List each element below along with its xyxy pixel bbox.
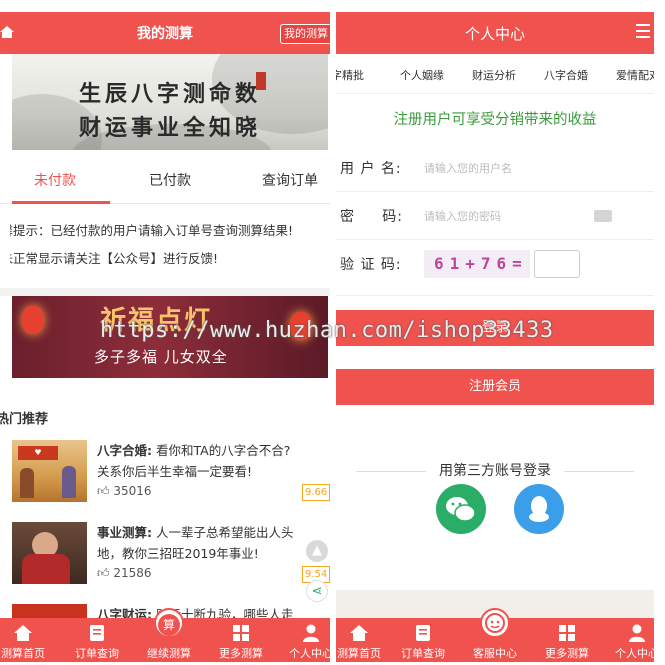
red-seal <box>256 72 266 90</box>
order-icon <box>416 625 430 641</box>
username-label: 用 户 名: <box>340 161 402 177</box>
nav-more-calc[interactable]: 更多测算 <box>534 618 600 662</box>
banner-line-1: 生辰八字测命数 <box>78 81 261 107</box>
order-tabs: 未付款 已付款 查询订单 <box>0 158 330 204</box>
tab-paid[interactable]: 已付款 <box>115 158 225 204</box>
nav-label: 继续测算 <box>147 647 191 660</box>
likes-count: 35016 <box>113 484 152 498</box>
nav-label: 更多测算 <box>219 647 263 660</box>
wechat-login-icon[interactable] <box>436 484 486 534</box>
share-icon[interactable]: ⋖ <box>306 580 328 602</box>
category-bar: 八字精批 个人姻缘 财运分析 八字合婚 爱情配对 <box>336 54 654 94</box>
bottom-nav: 测算首页 订单查询 算 继续测算 更多测算 个人中心 <box>0 608 330 662</box>
promo-text: 注册用户可享受分销带来的收益 <box>393 112 597 128</box>
item-text: 事业测算: 人一辈子总希望能出人头 地，教你三招旺2019年事业! <box>97 522 330 564</box>
category-item[interactable]: 八字合婚 <box>544 67 588 83</box>
section-divider <box>0 288 330 296</box>
nav-support-center[interactable]: 客服中心 <box>462 608 528 662</box>
item-name: 八字合婚: <box>97 443 152 458</box>
hot-recommend-title: 热门推荐 <box>0 412 49 427</box>
captcha-input[interactable] <box>534 250 580 278</box>
likes-count: 21586 <box>113 566 152 580</box>
notice-line-2: 如未正常显示请关注【公众号】进行反馈! <box>10 251 219 266</box>
my-calculations-tag[interactable]: 我的测算 <box>280 24 330 44</box>
item-desc-2: 地，教你三招旺2019年事业! <box>97 546 259 561</box>
category-item[interactable]: 爱情配对 <box>616 67 654 83</box>
password-label: 密 码: <box>340 209 403 225</box>
home-icon <box>14 625 32 641</box>
qq-login-icon[interactable] <box>514 484 564 534</box>
category-item[interactable]: 财运分析 <box>472 67 516 83</box>
item-text: 八字合婚: 看你和TA的八字合不合? 关系你后半生幸福一定要看! <box>97 440 330 482</box>
nav-label: 测算首页 <box>337 647 381 660</box>
banner2-subtitle: 多子多福 儿女双全 <box>94 348 228 366</box>
page-title: 个人中心 <box>464 25 525 43</box>
captcha-image[interactable]: 61+76= <box>424 250 530 278</box>
notice-text: 温馨提示：已经付款的用户请输入订单号查询测算结果! 如未正常显示请关注【公众号】… <box>10 217 326 273</box>
nav-home[interactable]: 测算首页 <box>336 618 392 662</box>
nav-label: 个人中心 <box>289 647 330 660</box>
username-field[interactable] <box>424 157 604 179</box>
grid-icon <box>233 625 249 641</box>
nav-order-query[interactable]: 订单查询 <box>390 618 456 662</box>
category-item[interactable]: 八字精批 <box>336 67 364 83</box>
user-icon <box>629 624 645 642</box>
category-item[interactable]: 个人姻缘 <box>400 67 444 83</box>
header-bar: 我的测算 我的测算 <box>0 12 330 54</box>
support-icon <box>480 608 510 638</box>
tab-unpaid[interactable]: 未付款 <box>0 158 110 204</box>
menu-icon[interactable] <box>636 20 652 42</box>
nav-user-center[interactable]: 个人中心 <box>604 618 654 662</box>
nav-continue-calc[interactable]: 算 继续测算 <box>136 608 202 662</box>
home-icon <box>350 625 368 641</box>
nav-home[interactable]: 测算首页 <box>0 618 56 662</box>
keyboard-icon[interactable] <box>594 210 612 222</box>
captcha-label: 验 证 码: <box>340 257 402 273</box>
nav-label: 更多测算 <box>545 647 589 660</box>
list-item[interactable]: ♥ 八字合婚: 看你和TA的八字合不合? 关系你后半生幸福一定要看! 👍︎ 35… <box>12 440 330 510</box>
third-party-login-title: 用第三方账号登录 <box>439 463 551 479</box>
calculate-icon: 算 <box>154 608 184 638</box>
register-button[interactable]: 注册会员 <box>336 369 654 405</box>
horoscope-banner[interactable]: 生辰八字测命数 财运事业全知晓 <box>12 54 328 150</box>
grid-icon <box>559 625 575 641</box>
item-desc-2: 关系你后半生幸福一定要看! <box>97 464 253 479</box>
divider-line <box>564 471 634 472</box>
nav-more-calc[interactable]: 更多测算 <box>208 618 274 662</box>
item-name: 事业测算: <box>97 525 152 540</box>
marriage-thumbnail: ♥ <box>12 440 87 502</box>
nav-label: 订单查询 <box>401 647 445 660</box>
thumbs-up-icon: 👍︎ <box>97 484 110 498</box>
item-desc-1: 看你和TA的八字合不合? <box>155 443 291 458</box>
user-icon <box>303 624 319 642</box>
scroll-top-icon[interactable]: ▲ <box>306 540 328 562</box>
nav-label: 客服中心 <box>473 647 517 660</box>
nav-label: 订单查询 <box>75 647 119 660</box>
item-desc-1: 人一辈子总希望能出人头 <box>155 525 294 540</box>
header-bar: 个人中心 <box>336 12 654 54</box>
password-row: 密 码: <box>336 192 654 240</box>
captcha-row: 验 证 码: 61+76= <box>336 240 654 296</box>
tab-query-order[interactable]: 查询订单 <box>235 158 330 204</box>
likes: 👍︎ 21586 <box>97 566 152 581</box>
order-icon <box>90 625 104 641</box>
username-row: 用 户 名: <box>336 144 654 192</box>
active-tab-indicator <box>12 201 110 204</box>
nav-label: 个人中心 <box>615 647 654 660</box>
nav-user-center[interactable]: 个人中心 <box>278 618 330 662</box>
score-badge: 9.66 <box>302 484 330 501</box>
career-thumbnail <box>12 522 87 584</box>
likes: 👍︎ 35016 <box>97 484 152 499</box>
list-item[interactable]: 事业测算: 人一辈子总希望能出人头 地，教你三招旺2019年事业! 👍︎ 215… <box>12 522 330 592</box>
nav-order-query[interactable]: 订单查询 <box>64 618 130 662</box>
thumbs-up-icon: 👍︎ <box>97 566 110 580</box>
password-field[interactable] <box>424 205 604 227</box>
lantern-icon <box>22 306 44 334</box>
watermark-text: https://www.huzhan.com/ishop33433 <box>100 318 554 343</box>
banner-line-2: 财运事业全知晓 <box>78 115 261 141</box>
nav-label: 测算首页 <box>1 647 45 660</box>
bottom-nav: 测算首页 订单查询 客服中心 更多测算 个人中心 <box>336 608 654 662</box>
notice-line-1: 温馨提示：已经付款的用户请输入订单号查询测算结果! <box>10 223 294 238</box>
